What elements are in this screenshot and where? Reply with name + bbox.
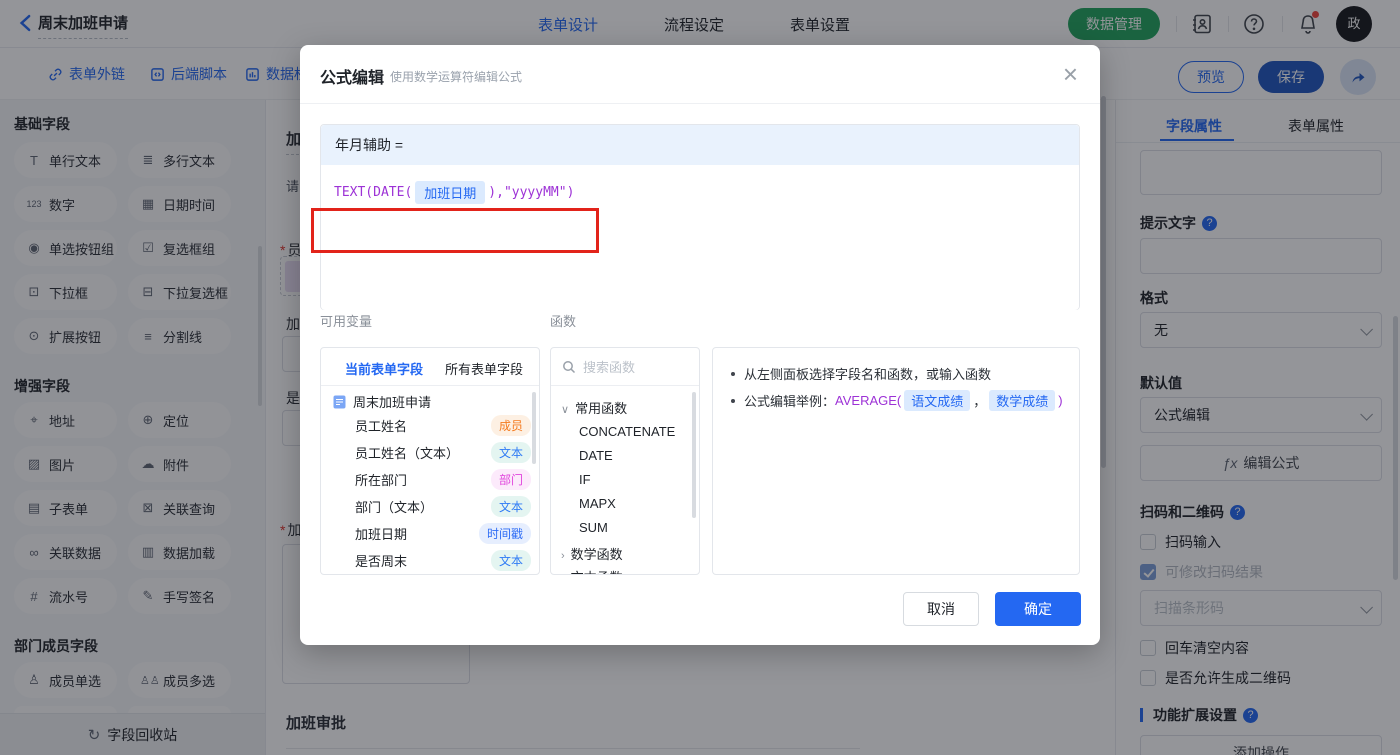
variable-row[interactable]: 所在部门 部门 — [355, 467, 531, 491]
variables-scrollbar[interactable] — [532, 392, 536, 464]
formula-editor-modal: 公式编辑 使用数学运算符编辑公式 × 年月辅助 = TEXT(DATE( 加班日… — [300, 45, 1100, 645]
variable-row[interactable]: 部门（文本） 文本 — [355, 494, 531, 518]
modal-header: 公式编辑 使用数学运算符编辑公式 × — [300, 45, 1100, 104]
cancel-button[interactable]: 取消 — [903, 592, 979, 626]
variables-label: 可用变量 — [320, 314, 373, 329]
modal-subtitle: 使用数学运算符编辑公式 — [390, 70, 523, 84]
help-bullet-1: 从左侧面板选择字段名和函数，或输入函数 — [731, 364, 991, 383]
field-type-badge: 文本 — [490, 441, 531, 463]
function-item[interactable]: CONCATENATE — [579, 424, 675, 439]
formula-input-area[interactable]: TEXT(DATE( 加班日期 ),"yyyyMM") — [311, 165, 1079, 310]
formula-token-before: TEXT(DATE( — [334, 185, 413, 200]
formula-token-after: ),"yyyyMM") — [488, 185, 575, 200]
function-item[interactable]: DATE — [579, 448, 613, 463]
annotation-highlight-box — [311, 208, 599, 253]
close-icon[interactable]: × — [1063, 57, 1078, 91]
variable-row[interactable]: 是否周末 文本 — [355, 548, 531, 572]
functions-scrollbar[interactable] — [692, 392, 696, 518]
formula-editor-box: 年月辅助 = TEXT(DATE( 加班日期 ),"yyyyMM") — [311, 124, 1080, 310]
function-item[interactable]: MAPX — [579, 496, 616, 511]
bullet-dot — [731, 371, 735, 376]
chevron-down-icon: ∨ — [561, 404, 570, 416]
functions-panel: 搜索函数 ∨ 常用函数 CONCATENATE DATE IF MAPX SUM … — [550, 347, 700, 575]
function-group-common[interactable]: ∨ 常用函数 — [561, 398, 627, 417]
function-search-placeholder: 搜索函数 — [583, 360, 636, 375]
help-bullet-2: 公式编辑举例： AVERAGE( 语文成绩 ， 数学成绩 ) — [731, 390, 1063, 411]
function-item[interactable]: IF — [579, 472, 591, 487]
function-group-math[interactable]: › 数学函数 — [561, 544, 623, 563]
variables-tabs: 当前表单字段 所有表单字段 — [321, 348, 539, 386]
tab-current-form-fields[interactable]: 当前表单字段 — [345, 359, 423, 378]
tab-all-form-fields[interactable]: 所有表单字段 — [445, 359, 523, 378]
variable-row[interactable]: 员工姓名 成员 — [355, 413, 531, 437]
variable-row[interactable]: 员工姓名（文本） 文本 — [355, 440, 531, 464]
chevron-right-icon: › — [561, 573, 565, 574]
search-icon — [563, 360, 576, 373]
variable-row[interactable]: 加班日期 时间戳 — [355, 521, 531, 545]
app-screen: 周末加班申请 表单设计 流程设定 表单设置 数据管理 政 表单外链 后端脚本 数… — [0, 0, 1400, 755]
field-type-badge: 文本 — [490, 495, 531, 517]
formula-field-chip[interactable]: 加班日期 — [415, 181, 486, 204]
example-field-chip: 语文成绩 — [904, 390, 971, 411]
field-type-badge: 成员 — [490, 414, 531, 436]
bullet-dot — [731, 398, 735, 403]
form-doc-icon — [333, 395, 346, 408]
function-group-text[interactable]: ›文本函数 — [561, 567, 623, 574]
example-field-chip: 数学成绩 — [989, 390, 1056, 411]
function-item[interactable]: SUM — [579, 520, 608, 535]
formula-help-panel: 从左侧面板选择字段名和函数，或输入函数 公式编辑举例： AVERAGE( 语文成… — [712, 347, 1080, 575]
function-search[interactable]: 搜索函数 — [551, 348, 699, 386]
formula-expression: TEXT(DATE( 加班日期 ),"yyyyMM") — [334, 181, 574, 204]
field-type-badge: 时间戳 — [478, 522, 531, 544]
formula-target: 年月辅助 = — [321, 125, 1079, 165]
field-type-badge: 文本 — [490, 549, 531, 571]
functions-label: 函数 — [550, 314, 577, 329]
confirm-button[interactable]: 确定 — [995, 592, 1081, 626]
modal-title: 公式编辑 — [320, 70, 385, 87]
chevron-right-icon: › — [561, 550, 565, 562]
variables-panel: 当前表单字段 所有表单字段 周末加班申请 员工姓名 成员 员工姓名（文本） 文本 所… — [320, 347, 540, 575]
field-type-badge: 部门 — [490, 468, 531, 490]
variables-tree-root[interactable]: 周末加班申请 — [333, 392, 431, 411]
